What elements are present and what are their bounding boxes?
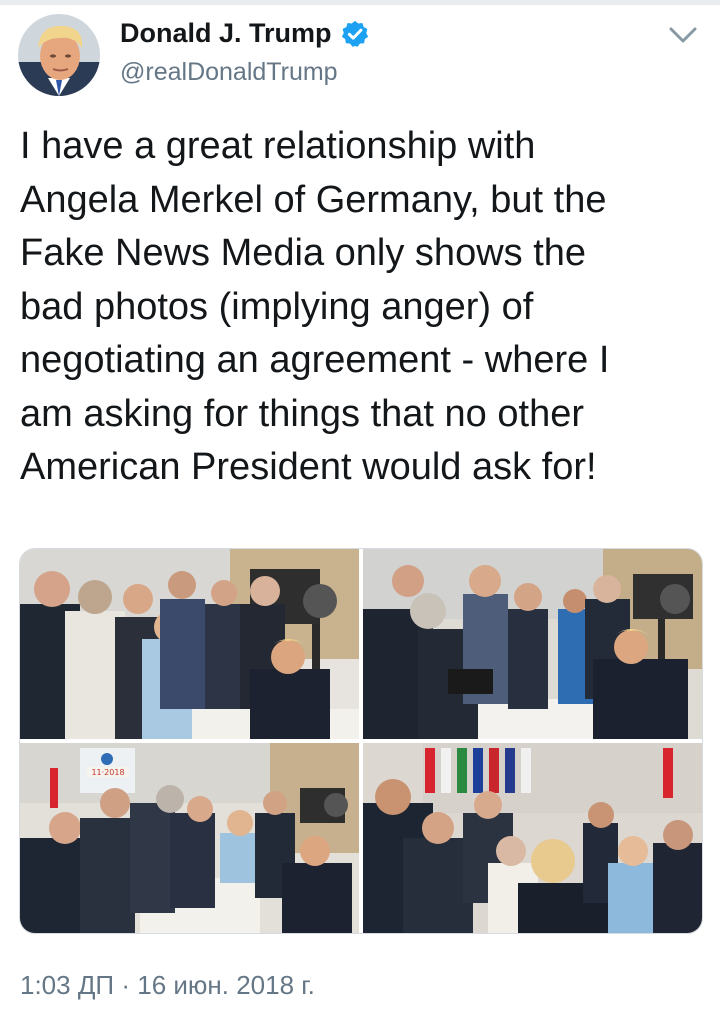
author-name[interactable]: Donald J. Trump	[120, 18, 332, 49]
media-grid: 11·2018	[19, 548, 703, 934]
verified-badge-icon	[340, 19, 370, 49]
g7-sign-text: 11·2018	[91, 768, 124, 777]
photo-2[interactable]	[363, 549, 702, 739]
avatar[interactable]	[18, 14, 100, 96]
tweet-timestamp[interactable]: 1:03 ДП · 16 июн. 2018 г.	[20, 970, 315, 1001]
author-name-row[interactable]: Donald J. Trump	[120, 18, 370, 49]
top-divider	[0, 0, 720, 5]
author-handle[interactable]: @realDonaldTrump	[120, 58, 338, 87]
photo-3[interactable]: 11·2018	[20, 743, 359, 933]
avatar-image	[18, 14, 100, 96]
chevron-down-icon[interactable]	[668, 24, 698, 46]
photo-4[interactable]	[363, 743, 702, 933]
photo-1[interactable]	[20, 549, 359, 739]
tweet-text: I have a great relationship with Angela …	[20, 125, 610, 488]
